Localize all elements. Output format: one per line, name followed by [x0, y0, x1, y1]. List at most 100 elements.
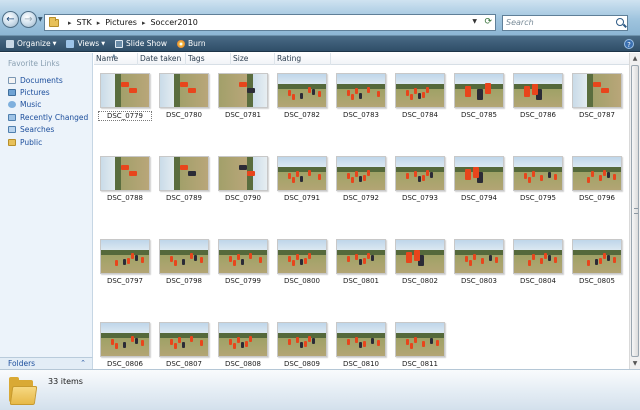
- column-header-tags[interactable]: Tags: [186, 53, 231, 65]
- photo-thumbnail[interactable]: DSC_0792: [334, 156, 388, 205]
- photo-filename: DSC_0788: [106, 194, 144, 202]
- photo-thumbnail[interactable]: DSC_0782: [275, 73, 329, 122]
- slideshow-button[interactable]: Slide Show: [115, 39, 167, 48]
- photo-filename: DSC_0805: [578, 277, 616, 285]
- organize-button[interactable]: Organize ▼: [6, 39, 56, 48]
- details-pane: 33 items: [0, 369, 640, 410]
- breadcrumb-item[interactable]: STK: [77, 18, 92, 27]
- search-icon[interactable]: [616, 18, 624, 26]
- scroll-down-icon[interactable]: ▼: [630, 358, 640, 369]
- photo-thumbnail[interactable]: DSC_0807: [157, 322, 211, 371]
- scroll-up-icon[interactable]: ▲: [630, 53, 640, 64]
- photo-filename: DSC_0811: [401, 360, 439, 368]
- sidebar-item-recently-changed[interactable]: Recently Changed: [0, 111, 92, 123]
- column-header-rating[interactable]: Rating: [275, 53, 331, 65]
- forward-button[interactable]: →: [20, 11, 37, 28]
- photo-image: [513, 73, 563, 108]
- photo-thumbnail[interactable]: DSC_0797: [98, 239, 152, 288]
- photo-filename: DSC_0802: [401, 277, 439, 285]
- photo-thumbnail[interactable]: DSC_0804: [511, 239, 565, 288]
- sidebar-item-searches[interactable]: Searches: [0, 124, 92, 136]
- burn-button[interactable]: Burn: [176, 39, 206, 48]
- photo-filename: DSC_0798: [165, 277, 203, 285]
- photo-image: [336, 73, 386, 108]
- photo-thumbnail[interactable]: DSC_0783: [334, 73, 388, 122]
- photo-filename: DSC_0790: [224, 194, 262, 202]
- photo-thumbnail[interactable]: DSC_0795: [511, 156, 565, 205]
- views-button[interactable]: Views ▼: [66, 39, 105, 48]
- chevron-right-icon[interactable]: ▸: [97, 19, 101, 27]
- column-header-name[interactable]: Name ▲: [94, 53, 138, 65]
- column-header-label: Tags: [188, 54, 205, 63]
- photo-filename: DSC_0794: [460, 194, 498, 202]
- sidebar-item-documents[interactable]: Documents: [0, 74, 92, 86]
- breadcrumb[interactable]: ▸ STK ▸ Pictures ▸ Soccer2010 ▼ ⟳: [44, 14, 496, 31]
- photo-image: [100, 322, 150, 357]
- vertical-scrollbar[interactable]: ▲ ▼: [629, 53, 640, 369]
- photo-image: [336, 156, 386, 191]
- breadcrumb-item[interactable]: Pictures: [105, 18, 137, 27]
- photo-thumbnail[interactable]: DSC_0787: [570, 73, 624, 122]
- slideshow-label: Slide Show: [126, 39, 167, 48]
- views-icon: [66, 39, 75, 48]
- search-input[interactable]: Search: [502, 15, 628, 31]
- photo-thumbnail[interactable]: DSC_0794: [452, 156, 506, 205]
- photo-thumbnail[interactable]: DSC_0801: [334, 239, 388, 288]
- photo-image: [572, 156, 622, 191]
- chevron-down-icon[interactable]: ▼: [472, 18, 477, 25]
- photo-thumbnail[interactable]: DSC_0780: [157, 73, 211, 122]
- photo-image: [513, 239, 563, 274]
- photo-thumbnail[interactable]: DSC_0799: [216, 239, 270, 288]
- photo-image: [454, 156, 504, 191]
- folders-toggle[interactable]: Folders ⌃: [0, 357, 93, 369]
- photo-image: [277, 73, 327, 108]
- photo-thumbnail[interactable]: DSC_0789: [157, 156, 211, 205]
- photo-thumbnail[interactable]: DSC_0785: [452, 73, 506, 122]
- photo-thumbnail[interactable]: DSC_0798: [157, 239, 211, 288]
- photo-thumbnail[interactable]: DSC_0786: [511, 73, 565, 122]
- sidebar-item-music[interactable]: Music: [0, 99, 92, 111]
- photo-thumbnail[interactable]: DSC_0809: [275, 322, 329, 371]
- back-button[interactable]: ←: [2, 11, 19, 28]
- photo-filename: DSC_0797: [106, 277, 144, 285]
- photo-filename: DSC_0806: [106, 360, 144, 368]
- photo-thumbnail[interactable]: DSC_0791: [275, 156, 329, 205]
- photo-thumbnail[interactable]: DSC_0806: [98, 322, 152, 371]
- scroll-thumb[interactable]: [631, 65, 639, 357]
- chevron-down-icon: ▼: [52, 40, 57, 47]
- search-folder-icon: [8, 126, 16, 134]
- sidebar-item-public[interactable]: Public: [0, 136, 92, 148]
- chevron-down-icon: ▼: [101, 40, 106, 47]
- refresh-icon[interactable]: ⟳: [484, 17, 492, 27]
- photo-thumbnail[interactable]: DSC_0805: [570, 239, 624, 288]
- photo-thumbnail[interactable]: DSC_0788: [98, 156, 152, 205]
- column-header-date-taken[interactable]: Date taken: [138, 53, 186, 65]
- photo-thumbnail[interactable]: DSC_0802: [393, 239, 447, 288]
- recent-pages-dropdown[interactable]: ▼: [38, 16, 43, 23]
- sidebar-item-pictures[interactable]: Pictures: [0, 86, 92, 98]
- breadcrumb-item[interactable]: Soccer2010: [150, 18, 197, 27]
- folders-label: Folders: [8, 359, 36, 368]
- photo-thumbnail[interactable]: DSC_0784: [393, 73, 447, 122]
- photo-filename: DSC_0792: [342, 194, 380, 202]
- chevron-right-icon[interactable]: ▸: [68, 19, 72, 27]
- column-header-size[interactable]: Size: [231, 53, 275, 65]
- photo-thumbnail[interactable]: DSC_0808: [216, 322, 270, 371]
- photo-thumbnail[interactable]: DSC_0796: [570, 156, 624, 205]
- photo-thumbnail[interactable]: DSC_0811: [393, 322, 447, 371]
- photo-thumbnail[interactable]: DSC_0781: [216, 73, 270, 122]
- photo-thumbnail[interactable]: DSC_0803: [452, 239, 506, 288]
- photo-image: [218, 239, 268, 274]
- disc-icon: [176, 39, 185, 48]
- photo-filename: DSC_0793: [401, 194, 439, 202]
- photo-filename: DSC_0780: [165, 111, 203, 119]
- help-icon[interactable]: ?: [624, 39, 634, 49]
- photo-thumbnail[interactable]: DSC_0793: [393, 156, 447, 205]
- photo-image: [218, 156, 268, 191]
- photo-thumbnail[interactable]: DSC_0790: [216, 156, 270, 205]
- photo-thumbnail[interactable]: DSC_0810: [334, 322, 388, 371]
- photo-thumbnail[interactable]: DSC_0800: [275, 239, 329, 288]
- photo-thumbnail[interactable]: DSC_0779: [98, 73, 152, 122]
- chevron-right-icon[interactable]: ▸: [142, 19, 146, 27]
- chevron-up-icon[interactable]: ⌃: [80, 358, 86, 369]
